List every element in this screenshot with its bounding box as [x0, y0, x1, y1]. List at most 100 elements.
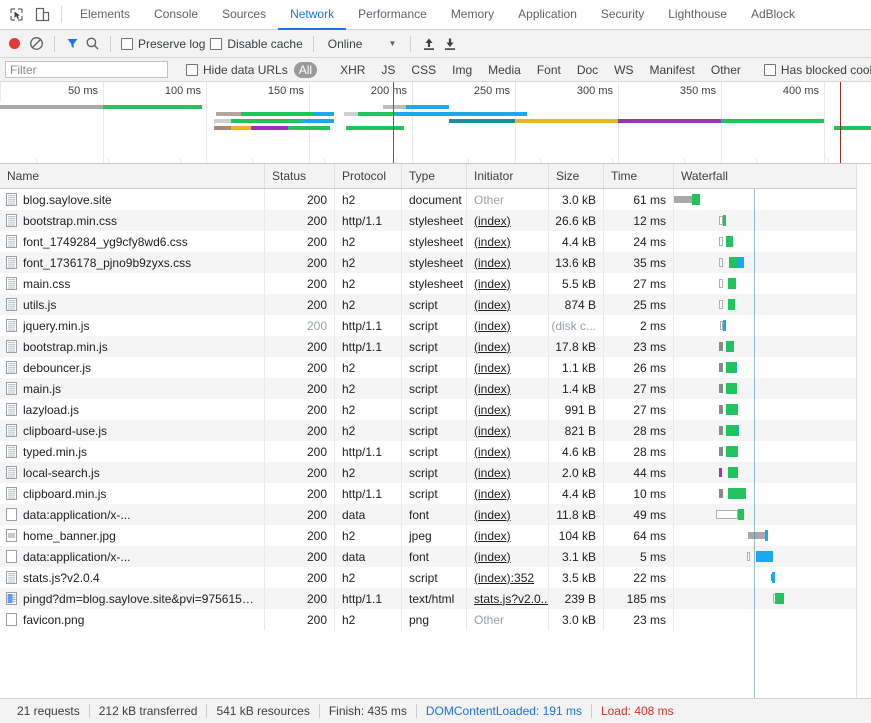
- cell-waterfall[interactable]: [674, 231, 871, 252]
- table-row[interactable]: debouncer.js200h2script(index)1.1 kB26 m…: [0, 357, 871, 378]
- table-row[interactable]: stats.js?v2.0.4200h2script(index):3523.5…: [0, 567, 871, 588]
- column-header-status[interactable]: Status: [265, 164, 335, 188]
- cell-initiator[interactable]: (index): [467, 441, 549, 462]
- cell-initiator[interactable]: (index):352: [467, 567, 549, 588]
- cell-initiator[interactable]: stats.js?v2.0...: [467, 588, 549, 609]
- cell-name[interactable]: typed.min.js: [0, 441, 265, 462]
- cell-name[interactable]: main.js: [0, 378, 265, 399]
- tab-elements[interactable]: Elements: [68, 0, 142, 30]
- filter-type-img[interactable]: Img: [447, 62, 477, 78]
- cell-waterfall[interactable]: [674, 420, 871, 441]
- cell-waterfall[interactable]: [674, 525, 871, 546]
- cell-initiator[interactable]: (index): [467, 462, 549, 483]
- filter-input[interactable]: [5, 61, 168, 78]
- table-row[interactable]: main.js200h2script(index)1.4 kB27 ms: [0, 378, 871, 399]
- column-header-initiator[interactable]: Initiator: [467, 164, 549, 188]
- cell-waterfall[interactable]: [674, 567, 871, 588]
- download-arrow-icon[interactable]: [442, 36, 458, 52]
- cell-waterfall[interactable]: [674, 483, 871, 504]
- cell-waterfall[interactable]: [674, 357, 871, 378]
- cell-initiator[interactable]: (index): [467, 336, 549, 357]
- cell-initiator[interactable]: (index): [467, 546, 549, 567]
- tab-performance[interactable]: Performance: [346, 0, 439, 30]
- table-row[interactable]: clipboard.min.js200http/1.1script(index)…: [0, 483, 871, 504]
- cell-initiator[interactable]: (index): [467, 231, 549, 252]
- tab-adblock[interactable]: AdBlock: [739, 0, 807, 30]
- cell-initiator-text[interactable]: (index): [474, 445, 511, 459]
- inspect-cursor-icon[interactable]: [8, 6, 25, 23]
- tab-sources[interactable]: Sources: [210, 0, 278, 30]
- vertical-scrollbar[interactable]: [856, 164, 871, 698]
- cell-name[interactable]: data:application/x-...: [0, 546, 265, 567]
- column-header-size[interactable]: Size: [549, 164, 604, 188]
- cell-waterfall[interactable]: [674, 252, 871, 273]
- cell-initiator-text[interactable]: (index): [474, 466, 511, 480]
- filter-type-doc[interactable]: Doc: [572, 62, 603, 78]
- cell-initiator-text[interactable]: (index): [474, 424, 511, 438]
- record-stop-icon[interactable]: [9, 38, 20, 49]
- cell-initiator-text[interactable]: (index): [474, 361, 511, 375]
- tab-security[interactable]: Security: [589, 0, 656, 30]
- cell-waterfall[interactable]: [674, 609, 871, 630]
- filter-type-js[interactable]: JS: [376, 62, 400, 78]
- cell-initiator-text[interactable]: (index):352: [474, 571, 534, 585]
- filter-type-manifest[interactable]: Manifest: [645, 62, 700, 78]
- cell-initiator-text[interactable]: (index): [474, 256, 511, 270]
- filter-type-font[interactable]: Font: [532, 62, 566, 78]
- cell-initiator-text[interactable]: (index): [474, 298, 511, 312]
- table-row[interactable]: pingd?dm=blog.saylove.site&pvi=9756159..…: [0, 588, 871, 609]
- cell-name[interactable]: blog.saylove.site: [0, 189, 265, 210]
- cell-initiator[interactable]: (index): [467, 252, 549, 273]
- table-row[interactable]: lazyload.js200h2script(index)991 B27 ms: [0, 399, 871, 420]
- cell-name[interactable]: main.css: [0, 273, 265, 294]
- cell-initiator-text[interactable]: (index): [474, 403, 511, 417]
- table-row[interactable]: main.css200h2stylesheet(index)5.5 kB27 m…: [0, 273, 871, 294]
- tab-console[interactable]: Console: [142, 0, 210, 30]
- clear-icon[interactable]: [29, 36, 44, 51]
- cell-initiator[interactable]: (index): [467, 357, 549, 378]
- cell-name[interactable]: favicon.png: [0, 609, 265, 630]
- cell-name[interactable]: clipboard-use.js: [0, 420, 265, 441]
- cell-waterfall[interactable]: [674, 336, 871, 357]
- preserve-log-checkbox[interactable]: Preserve log: [121, 37, 205, 51]
- cell-waterfall[interactable]: [674, 462, 871, 483]
- cell-waterfall[interactable]: [674, 210, 871, 231]
- throttling-select[interactable]: Online ▼: [324, 37, 401, 51]
- table-row[interactable]: bootstrap.min.css200http/1.1stylesheet(i…: [0, 210, 871, 231]
- cell-initiator-text[interactable]: (index): [474, 319, 511, 333]
- cell-name[interactable]: bootstrap.min.css: [0, 210, 265, 231]
- table-row[interactable]: clipboard-use.js200h2script(index)821 B2…: [0, 420, 871, 441]
- cell-initiator-text[interactable]: (index): [474, 487, 511, 501]
- network-overview-timeline[interactable]: 50 ms100 ms150 ms200 ms250 ms300 ms350 m…: [0, 82, 871, 164]
- table-row[interactable]: font_1736178_pjno9b9zyxs.css200h2stylesh…: [0, 252, 871, 273]
- cell-name[interactable]: local-search.js: [0, 462, 265, 483]
- cell-initiator-text[interactable]: (index): [474, 340, 511, 354]
- cell-name[interactable]: debouncer.js: [0, 357, 265, 378]
- table-row[interactable]: favicon.png200h2pngOther3.0 kB23 ms: [0, 609, 871, 630]
- column-header-waterfall[interactable]: Waterfall: [674, 164, 871, 188]
- device-toggle-icon[interactable]: [34, 6, 51, 23]
- cell-initiator-text[interactable]: (index): [474, 214, 511, 228]
- cell-initiator-text[interactable]: (index): [474, 529, 511, 543]
- table-row[interactable]: bootstrap.min.js200http/1.1script(index)…: [0, 336, 871, 357]
- table-row[interactable]: home_banner.jpg200h2jpeg(index)104 kB64 …: [0, 525, 871, 546]
- cell-waterfall[interactable]: [674, 399, 871, 420]
- filter-type-css[interactable]: CSS: [406, 62, 441, 78]
- disable-cache-checkbox[interactable]: Disable cache: [210, 37, 302, 51]
- cell-name[interactable]: pingd?dm=blog.saylove.site&pvi=9756159..…: [0, 588, 265, 609]
- cell-initiator-text[interactable]: (index): [474, 235, 511, 249]
- cell-waterfall[interactable]: [674, 315, 871, 336]
- hide-data-urls-checkbox[interactable]: Hide data URLs: [186, 63, 288, 77]
- column-header-type[interactable]: Type: [402, 164, 467, 188]
- cell-waterfall[interactable]: [674, 294, 871, 315]
- filter-type-other[interactable]: Other: [706, 62, 746, 78]
- cell-waterfall[interactable]: [674, 441, 871, 462]
- table-row[interactable]: jquery.min.js200http/1.1script(index)(di…: [0, 315, 871, 336]
- table-row[interactable]: data:application/x-...200datafont(index)…: [0, 504, 871, 525]
- tab-lighthouse[interactable]: Lighthouse: [656, 0, 739, 30]
- cell-initiator-text[interactable]: stats.js?v2.0...: [474, 592, 549, 606]
- tab-memory[interactable]: Memory: [439, 0, 506, 30]
- tab-network[interactable]: Network: [278, 0, 346, 30]
- cell-waterfall[interactable]: [674, 546, 871, 567]
- cell-name[interactable]: utils.js: [0, 294, 265, 315]
